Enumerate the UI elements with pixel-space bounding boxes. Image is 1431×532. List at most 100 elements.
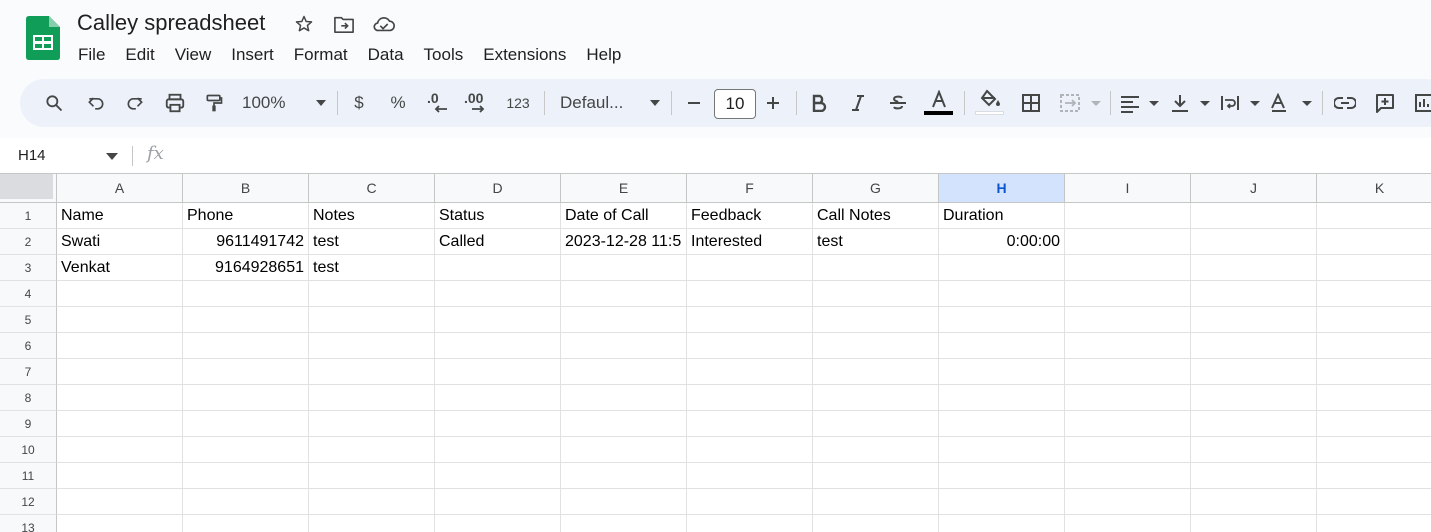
insert-chart-icon[interactable] [1410, 79, 1431, 127]
bold-icon[interactable] [807, 79, 831, 127]
cell-f6[interactable] [687, 333, 813, 359]
cell-h9[interactable] [939, 411, 1065, 437]
cell-a12[interactable] [57, 489, 183, 515]
cell-c2[interactable]: test [309, 229, 435, 255]
cell-c6[interactable] [309, 333, 435, 359]
cell-a8[interactable] [57, 385, 183, 411]
column-header-c[interactable]: C [309, 174, 435, 203]
format-percent-button[interactable]: % [386, 79, 410, 127]
cell-a6[interactable] [57, 333, 183, 359]
cell-f12[interactable] [687, 489, 813, 515]
cell-a3[interactable]: Venkat [57, 255, 183, 281]
cell-b13[interactable] [183, 515, 309, 532]
column-header-a[interactable]: A [57, 174, 183, 203]
cell-i9[interactable] [1065, 411, 1191, 437]
row-header-7[interactable]: 7 [0, 359, 57, 385]
cell-c11[interactable] [309, 463, 435, 489]
cell-j6[interactable] [1191, 333, 1317, 359]
row-header-12[interactable]: 12 [0, 489, 57, 515]
decrease-font-size-icon[interactable] [682, 79, 706, 127]
cell-d4[interactable] [435, 281, 561, 307]
cell-k7[interactable] [1317, 359, 1431, 385]
more-formats-button[interactable]: 123 [502, 79, 534, 127]
cell-j3[interactable] [1191, 255, 1317, 281]
cell-g7[interactable] [813, 359, 939, 385]
cell-i5[interactable] [1065, 307, 1191, 333]
cell-d11[interactable] [435, 463, 561, 489]
cell-g3[interactable] [813, 255, 939, 281]
cell-i11[interactable] [1065, 463, 1191, 489]
cell-g1[interactable]: Call Notes [813, 203, 939, 229]
cell-a1[interactable]: Name [57, 203, 183, 229]
cell-h6[interactable] [939, 333, 1065, 359]
cell-i1[interactable] [1065, 203, 1191, 229]
column-header-h[interactable]: H [939, 174, 1065, 203]
cell-c3[interactable]: test [309, 255, 435, 281]
cell-e11[interactable] [561, 463, 687, 489]
cell-c7[interactable] [309, 359, 435, 385]
row-header-6[interactable]: 6 [0, 333, 57, 359]
cell-d10[interactable] [435, 437, 561, 463]
cell-j1[interactable] [1191, 203, 1317, 229]
cell-b6[interactable] [183, 333, 309, 359]
cell-e3[interactable] [561, 255, 687, 281]
menu-insert[interactable]: Insert [221, 43, 284, 67]
cell-k12[interactable] [1317, 489, 1431, 515]
cell-j11[interactable] [1191, 463, 1317, 489]
cell-b7[interactable] [183, 359, 309, 385]
cell-e5[interactable] [561, 307, 687, 333]
cell-i13[interactable] [1065, 515, 1191, 532]
cell-e13[interactable] [561, 515, 687, 532]
cell-j12[interactable] [1191, 489, 1317, 515]
cell-b4[interactable] [183, 281, 309, 307]
cell-k4[interactable] [1317, 281, 1431, 307]
cell-e12[interactable] [561, 489, 687, 515]
cell-i2[interactable] [1065, 229, 1191, 255]
undo-icon[interactable] [82, 79, 110, 127]
cell-a11[interactable] [57, 463, 183, 489]
cell-e6[interactable] [561, 333, 687, 359]
cell-c13[interactable] [309, 515, 435, 532]
fill-color-icon[interactable] [975, 79, 1005, 127]
cell-a13[interactable] [57, 515, 183, 532]
cell-d6[interactable] [435, 333, 561, 359]
insert-link-icon[interactable] [1331, 79, 1359, 127]
cell-j13[interactable] [1191, 515, 1317, 532]
cell-g9[interactable] [813, 411, 939, 437]
cell-i3[interactable] [1065, 255, 1191, 281]
cell-d13[interactable] [435, 515, 561, 532]
cell-d1[interactable]: Status [435, 203, 561, 229]
cell-b10[interactable] [183, 437, 309, 463]
star-icon[interactable] [292, 12, 316, 36]
cell-f8[interactable] [687, 385, 813, 411]
cell-h12[interactable] [939, 489, 1065, 515]
cell-b8[interactable] [183, 385, 309, 411]
column-header-d[interactable]: D [435, 174, 561, 203]
row-header-3[interactable]: 3 [0, 255, 57, 281]
cell-f9[interactable] [687, 411, 813, 437]
column-header-e[interactable]: E [561, 174, 687, 203]
menu-extensions[interactable]: Extensions [473, 43, 576, 67]
cell-k1[interactable] [1317, 203, 1431, 229]
cell-h2[interactable]: 0:00:00 [939, 229, 1065, 255]
select-all-corner[interactable] [0, 174, 57, 203]
cell-f3[interactable] [687, 255, 813, 281]
sheets-logo[interactable] [26, 16, 60, 60]
cell-d3[interactable] [435, 255, 561, 281]
cell-j4[interactable] [1191, 281, 1317, 307]
borders-icon[interactable] [1017, 79, 1045, 127]
cell-f7[interactable] [687, 359, 813, 385]
cell-b11[interactable] [183, 463, 309, 489]
row-header-13[interactable]: 13 [0, 515, 57, 532]
cell-h1[interactable]: Duration [939, 203, 1065, 229]
cell-c12[interactable] [309, 489, 435, 515]
menu-data[interactable]: Data [358, 43, 414, 67]
cell-b9[interactable] [183, 411, 309, 437]
cell-g11[interactable] [813, 463, 939, 489]
strikethrough-icon[interactable] [886, 79, 910, 127]
text-rotation-icon[interactable] [1270, 79, 1314, 127]
cell-b12[interactable] [183, 489, 309, 515]
cell-d9[interactable] [435, 411, 561, 437]
cell-d12[interactable] [435, 489, 561, 515]
cell-b5[interactable] [183, 307, 309, 333]
